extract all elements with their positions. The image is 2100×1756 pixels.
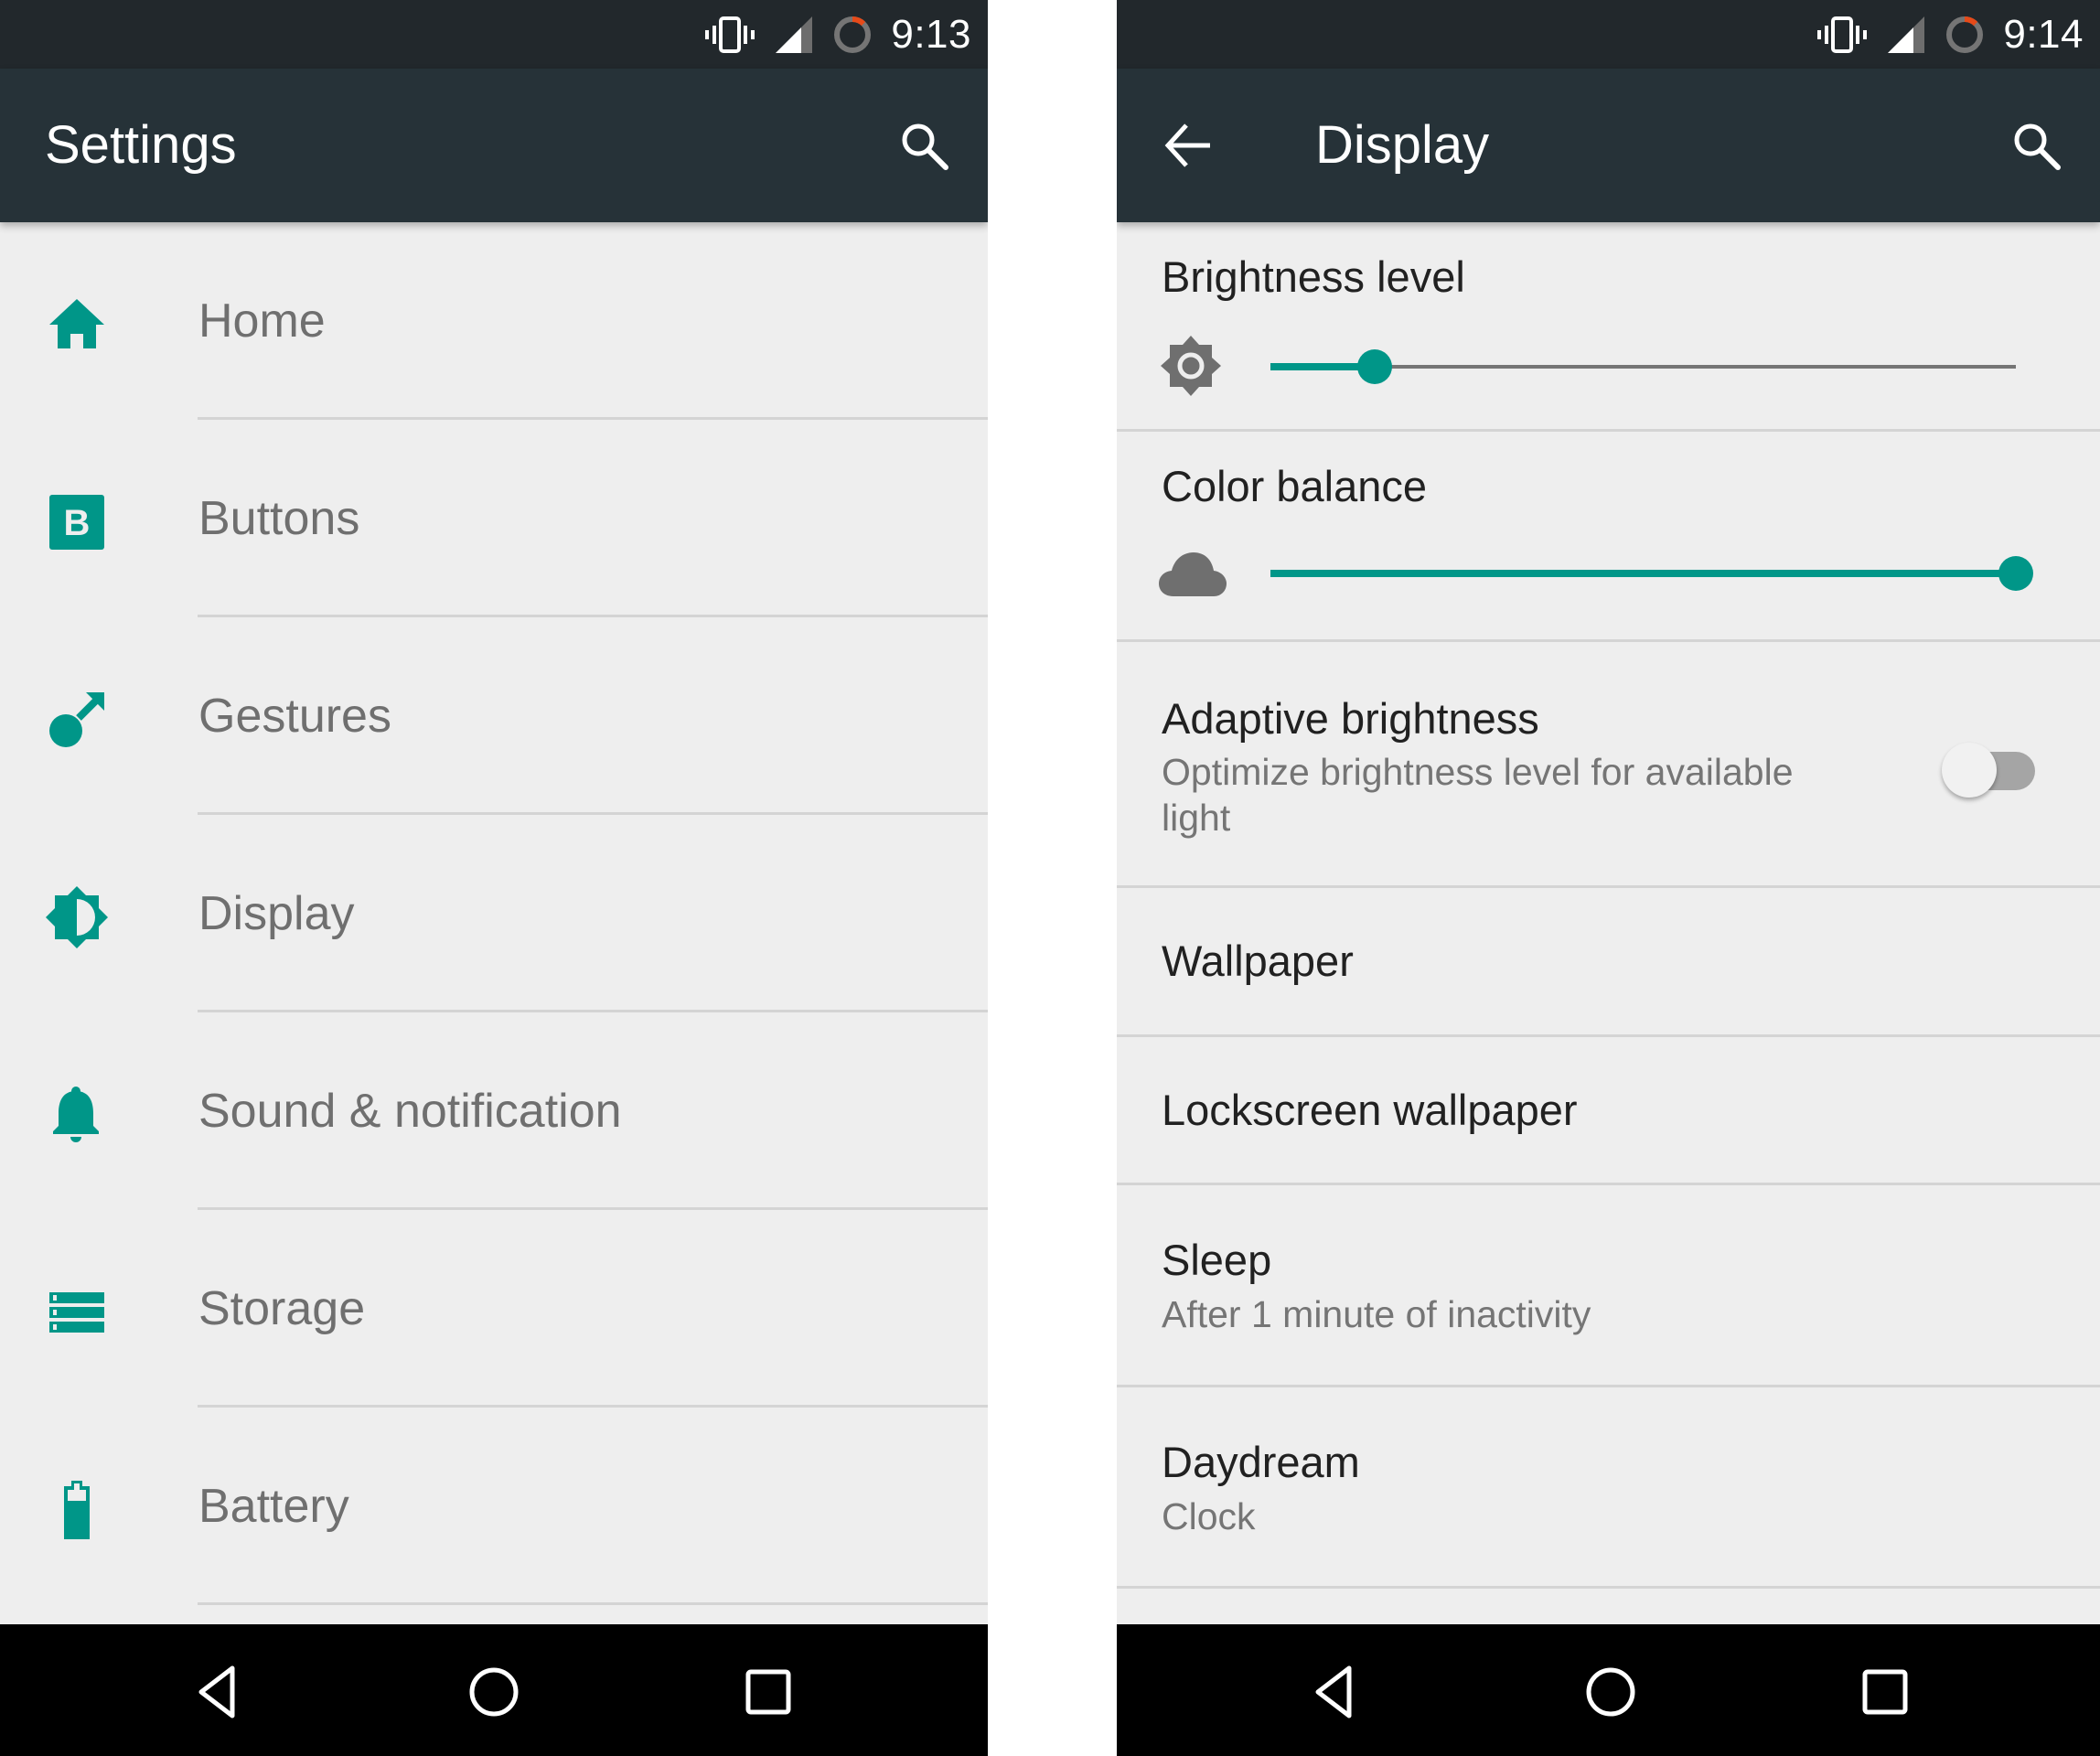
svg-text:B: B — [64, 503, 91, 543]
buttons-icon: B — [49, 495, 104, 550]
home-icon — [49, 299, 104, 348]
settings-item-label: Sound & notification — [198, 1085, 622, 1138]
sleep-title: Sleep — [1162, 1236, 1272, 1284]
battery-ring-icon — [834, 16, 872, 53]
home-circle-icon[interactable] — [1581, 1663, 1640, 1721]
battery-ring-icon — [1946, 16, 1984, 53]
daydream-pref[interactable]: Daydream Clock — [1117, 1387, 2100, 1587]
storage-icon — [49, 1292, 104, 1333]
search-icon[interactable] — [2009, 118, 2063, 173]
recents-icon[interactable] — [1856, 1663, 1914, 1721]
status-bar: 9:14 — [1117, 0, 2100, 69]
status-time: 9:13 — [891, 11, 971, 57]
gestures-icon — [49, 692, 104, 747]
brightness-icon — [1161, 336, 1221, 396]
settings-item-label: Buttons — [198, 492, 360, 545]
adaptive-brightness-toggle[interactable] — [1942, 743, 2037, 798]
wallpaper-title: Wallpaper — [1162, 937, 1354, 985]
brightness-slider[interactable] — [1270, 348, 2016, 385]
settings-item-gestures[interactable]: Gestures — [0, 617, 988, 815]
vibrate-icon — [1817, 16, 1868, 53]
search-icon[interactable] — [896, 118, 951, 173]
bell-icon — [53, 1087, 99, 1142]
slider-thumb[interactable] — [1998, 556, 2033, 591]
adaptive-brightness-title: Adaptive brightness — [1162, 694, 1539, 743]
settings-item-sound-notification[interactable]: Sound & notification — [0, 1012, 988, 1210]
divider — [198, 1602, 988, 1605]
settings-item-home[interactable]: Home — [0, 222, 988, 420]
daydream-summary: Clock — [1162, 1495, 1256, 1537]
settings-item-display[interactable]: Display — [0, 815, 988, 1012]
page-title: Display — [1315, 115, 1490, 175]
home-circle-icon[interactable] — [465, 1663, 523, 1721]
adaptive-brightness-summary: Optimize brightness level for available — [1162, 751, 1794, 793]
settings-list: Home B Buttons Gestures Display Sound & … — [0, 222, 988, 1605]
battery-icon — [64, 1481, 90, 1539]
settings-item-label: Storage — [198, 1282, 366, 1335]
divider — [1117, 1586, 2100, 1589]
back-arrow-icon[interactable] — [1162, 120, 1214, 171]
signal-icon — [1888, 16, 1925, 53]
color-balance-title: Color balance — [1162, 462, 1428, 510]
color-balance-pref: Color balance — [1117, 432, 2100, 640]
slider-thumb[interactable] — [1357, 349, 1393, 384]
sleep-summary: After 1 minute of inactivity — [1162, 1293, 1591, 1335]
navigation-bar — [1117, 1624, 2100, 1756]
status-time: 9:14 — [2003, 11, 2084, 57]
settings-item-label: Battery — [198, 1480, 349, 1533]
navigation-bar — [0, 1624, 988, 1756]
page-title: Settings — [45, 115, 237, 175]
status-bar: 9:13 — [0, 0, 988, 69]
vibrate-icon — [705, 16, 755, 53]
brightness-title: Brightness level — [1162, 252, 1465, 301]
toggle-thumb — [1942, 743, 1997, 798]
slider-fill — [1270, 570, 2016, 577]
recents-icon[interactable] — [739, 1663, 798, 1721]
color-balance-slider[interactable] — [1270, 555, 2033, 592]
settings-item-label: Gestures — [198, 690, 391, 743]
sleep-pref[interactable]: Sleep After 1 minute of inactivity — [1117, 1185, 2100, 1386]
settings-item-storage[interactable]: Storage — [0, 1210, 988, 1408]
settings-item-label: Home — [198, 294, 326, 348]
cloud-icon — [1159, 552, 1227, 596]
display-settings-screen: 9:14 Display Brightness level Color bala… — [1117, 0, 2100, 1756]
adaptive-brightness-summary-line2: light — [1162, 797, 1231, 839]
lockscreen-wallpaper-title: Lockscreen wallpaper — [1162, 1086, 1578, 1134]
settings-item-buttons[interactable]: B Buttons — [0, 420, 988, 617]
app-bar: Settings — [0, 69, 988, 222]
lockscreen-wallpaper-pref[interactable]: Lockscreen wallpaper — [1117, 1037, 2100, 1183]
brightness-level-pref: Brightness level — [1117, 222, 2100, 431]
display-brightness-icon — [46, 886, 108, 948]
back-icon[interactable] — [1307, 1663, 1366, 1721]
wallpaper-pref[interactable]: Wallpaper — [1117, 888, 2100, 1034]
signal-icon — [776, 16, 813, 53]
settings-item-label: Display — [198, 887, 355, 940]
app-bar: Display — [1117, 69, 2100, 222]
settings-screen: 9:13 Settings Home B Buttons Gestures Di… — [0, 0, 988, 1756]
daydream-title: Daydream — [1162, 1438, 1360, 1486]
settings-item-battery[interactable]: Battery — [0, 1408, 988, 1605]
back-icon[interactable] — [190, 1663, 249, 1721]
